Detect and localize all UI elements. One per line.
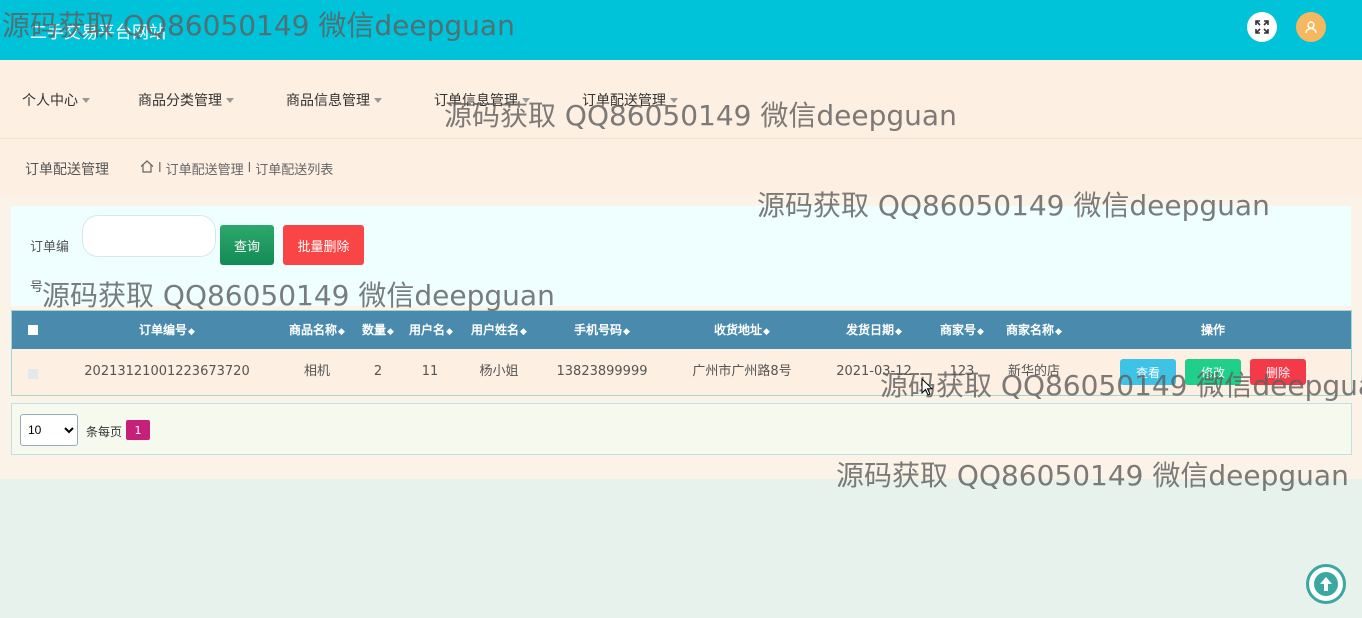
sort-icon: ◆ xyxy=(338,327,345,337)
nav-label: 商品信息管理 xyxy=(286,93,370,109)
column-label: 用户姓名 xyxy=(471,323,520,337)
cell-username: 11 xyxy=(421,364,439,379)
home-icon[interactable] xyxy=(140,160,154,177)
mouse-cursor-icon xyxy=(921,377,934,400)
row-checkbox[interactable] xyxy=(28,369,38,379)
sort-icon: ◆ xyxy=(763,327,770,337)
cell-address: 广州市广州路8号 xyxy=(692,364,792,379)
pagination: 10 条每页 1 xyxy=(11,403,1352,455)
caret-down-icon xyxy=(670,97,678,103)
edit-button[interactable]: 修改 xyxy=(1185,359,1241,385)
caret-down-icon xyxy=(374,97,382,103)
select-all-checkbox[interactable] xyxy=(28,325,38,335)
sort-icon: ◆ xyxy=(977,327,984,337)
order-number-input[interactable] xyxy=(82,215,216,257)
breadcrumb-item[interactable]: 订单配送管理 xyxy=(166,159,244,178)
column-label: 商品名称 xyxy=(289,323,338,337)
back-to-top-button[interactable] xyxy=(1306,564,1346,604)
page-size-select[interactable]: 10 xyxy=(20,414,78,446)
cell-realname: 杨小姐 xyxy=(479,364,519,379)
column-header-ship-date[interactable]: 发货日期◆ xyxy=(846,311,902,351)
nav-product-management[interactable]: 商品信息管理 xyxy=(286,90,382,110)
main-nav: 个人中心 商品分类管理 商品信息管理 订单信息管理 订单配送管理 xyxy=(0,60,1362,138)
cell-ship-date: 2021-03-12 xyxy=(836,364,912,379)
breadcrumb-item: 订单配送列表 xyxy=(255,163,334,178)
user-avatar-icon[interactable] xyxy=(1296,12,1326,42)
cell-merchant-no: 123 xyxy=(949,364,975,379)
breadcrumb: l 订单配送管理 l 订单配送列表 xyxy=(140,159,333,178)
caret-down-icon xyxy=(226,97,234,103)
column-label: 用户名 xyxy=(409,323,446,337)
sort-icon: ◆ xyxy=(387,327,394,337)
column-header-phone[interactable]: 手机号码◆ xyxy=(574,311,630,351)
column-label: 商家名称 xyxy=(1006,323,1055,337)
table-row: 20213121001223673720 相机 2 11 杨小姐 1382389… xyxy=(12,349,1351,395)
sort-icon: ◆ xyxy=(895,327,902,337)
delivery-table: 订单编号◆ 商品名称◆ 数量◆ 用户名◆ 用户姓名◆ 手机号码◆ 收货地址◆ 发… xyxy=(11,310,1352,396)
table-header: 订单编号◆ 商品名称◆ 数量◆ 用户名◆ 用户姓名◆ 手机号码◆ 收货地址◆ 发… xyxy=(12,311,1351,349)
column-header-qty[interactable]: 数量◆ xyxy=(362,311,394,351)
sort-icon: ◆ xyxy=(623,327,630,337)
column-label: 手机号码 xyxy=(574,323,623,337)
caret-down-icon xyxy=(82,97,90,103)
page-number-button[interactable]: 1 xyxy=(126,420,150,440)
column-header-merchant-name[interactable]: 商家名称◆ xyxy=(1006,311,1062,351)
sort-icon: ◆ xyxy=(446,327,453,337)
top-bar: 二手交易平台网站 xyxy=(0,0,1362,60)
query-button[interactable]: 查询 xyxy=(220,225,274,265)
nav-delivery-management[interactable]: 订单配送管理 xyxy=(582,90,678,110)
nav-label: 商品分类管理 xyxy=(138,93,222,109)
column-label: 数量 xyxy=(362,323,387,337)
breadcrumb-separator: l xyxy=(247,161,252,176)
nav-label: 订单配送管理 xyxy=(582,93,666,109)
column-header-actions: 操作 xyxy=(1200,323,1226,337)
column-label: 商家号 xyxy=(940,323,977,337)
breadcrumb-separator: l xyxy=(158,161,162,176)
cell-merchant-name: 新华的店 xyxy=(1007,364,1061,379)
column-label: 订单编号 xyxy=(139,323,188,337)
batch-delete-button[interactable]: 批量删除 xyxy=(283,225,364,265)
per-page-label: 条每页 xyxy=(86,425,123,439)
breadcrumb-bar: 订单配送管理 l 订单配送管理 l 订单配送列表 xyxy=(0,138,1362,196)
cell-order-no: 20213121001223673720 xyxy=(84,364,250,379)
cell-qty: 2 xyxy=(373,364,383,379)
view-button[interactable]: 查看 xyxy=(1120,359,1176,385)
site-title: 二手交易平台网站 xyxy=(30,23,166,43)
column-header-username[interactable]: 用户名◆ xyxy=(409,311,453,351)
arrow-up-circle-icon xyxy=(1314,572,1338,596)
nav-label: 订单信息管理 xyxy=(434,93,518,109)
sort-icon: ◆ xyxy=(188,327,195,337)
page-title: 订单配送管理 xyxy=(25,162,109,178)
sort-icon: ◆ xyxy=(1055,327,1062,337)
caret-down-icon xyxy=(522,97,530,103)
fullscreen-icon[interactable] xyxy=(1247,12,1277,42)
nav-category-management[interactable]: 商品分类管理 xyxy=(138,90,234,110)
cell-product: 相机 xyxy=(303,364,331,379)
column-header-address[interactable]: 收货地址◆ xyxy=(714,311,770,351)
sort-icon: ◆ xyxy=(520,327,527,337)
column-label: 发货日期 xyxy=(846,323,895,337)
nav-order-management[interactable]: 订单信息管理 xyxy=(434,90,530,110)
column-label: 收货地址 xyxy=(714,323,763,337)
nav-personal-center[interactable]: 个人中心 xyxy=(22,90,90,110)
order-number-label: 订单编号 xyxy=(30,240,70,295)
cell-phone: 13823899999 xyxy=(556,364,648,379)
nav-label: 个人中心 xyxy=(22,93,78,109)
delete-button[interactable]: 删除 xyxy=(1250,359,1306,385)
column-header-product[interactable]: 商品名称◆ xyxy=(289,311,345,351)
column-header-realname[interactable]: 用户姓名◆ xyxy=(471,311,527,351)
column-header-order-no[interactable]: 订单编号◆ xyxy=(139,311,195,351)
column-header-merchant-no[interactable]: 商家号◆ xyxy=(940,311,984,351)
